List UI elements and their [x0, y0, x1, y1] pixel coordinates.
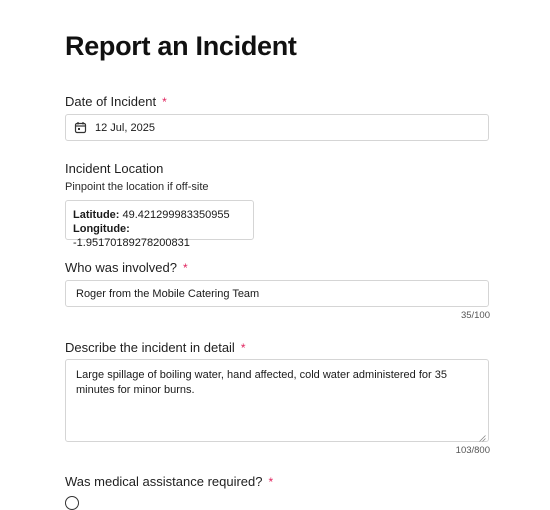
involved-label: Who was involved? * — [65, 260, 188, 275]
involved-input[interactable]: Roger from the Mobile Catering Team — [65, 280, 489, 307]
latitude-value: 49.421299983350955 — [122, 209, 230, 221]
description-char-counter: 103/800 — [455, 445, 490, 456]
involved-char-counter: 35/100 — [460, 310, 490, 321]
required-marker: * — [183, 261, 188, 275]
description-label: Describe the incident in detail * — [65, 340, 246, 355]
medical-radio-option[interactable] — [65, 496, 79, 510]
required-marker: * — [268, 475, 274, 489]
required-marker: * — [240, 341, 246, 355]
longitude-label: Longitude: — [73, 223, 130, 235]
longitude-row: Longitude: -1.95170189278200831 — [73, 222, 246, 250]
latitude-label: Latitude: — [73, 209, 120, 221]
location-label: Incident Location — [65, 161, 164, 176]
coordinates-box[interactable]: Latitude: 49.421299983350955 Longitude: … — [65, 200, 254, 249]
medical-label: Was medical assistance required? * — [65, 474, 273, 489]
required-marker: * — [162, 95, 167, 109]
location-hint: Pinpoint the location if off-site — [65, 181, 209, 193]
date-field[interactable]: 12 Jul, 2025 — [65, 114, 489, 141]
date-label: Date of Incident * — [65, 94, 167, 109]
involved-value: Roger from the Mobile Catering Team — [76, 287, 260, 300]
date-label-text: Date of Incident — [65, 94, 157, 109]
description-label-text: Describe the incident in detail — [65, 340, 235, 355]
medical-label-text: Was medical assistance required? — [65, 474, 263, 489]
page-title: Report an Incident — [65, 31, 297, 61]
description-value: Large spillage of boiling water, hand af… — [76, 369, 447, 396]
involved-label-text: Who was involved? — [65, 260, 177, 275]
description-textarea[interactable]: Large spillage of boiling water, hand af… — [65, 359, 489, 442]
date-value: 12 Jul, 2025 — [95, 121, 155, 134]
calendar-icon — [74, 121, 87, 134]
longitude-value: -1.95170189278200831 — [73, 237, 190, 249]
latitude-row: Latitude: 49.421299983350955 — [73, 208, 246, 222]
resize-handle-icon[interactable] — [479, 432, 486, 442]
